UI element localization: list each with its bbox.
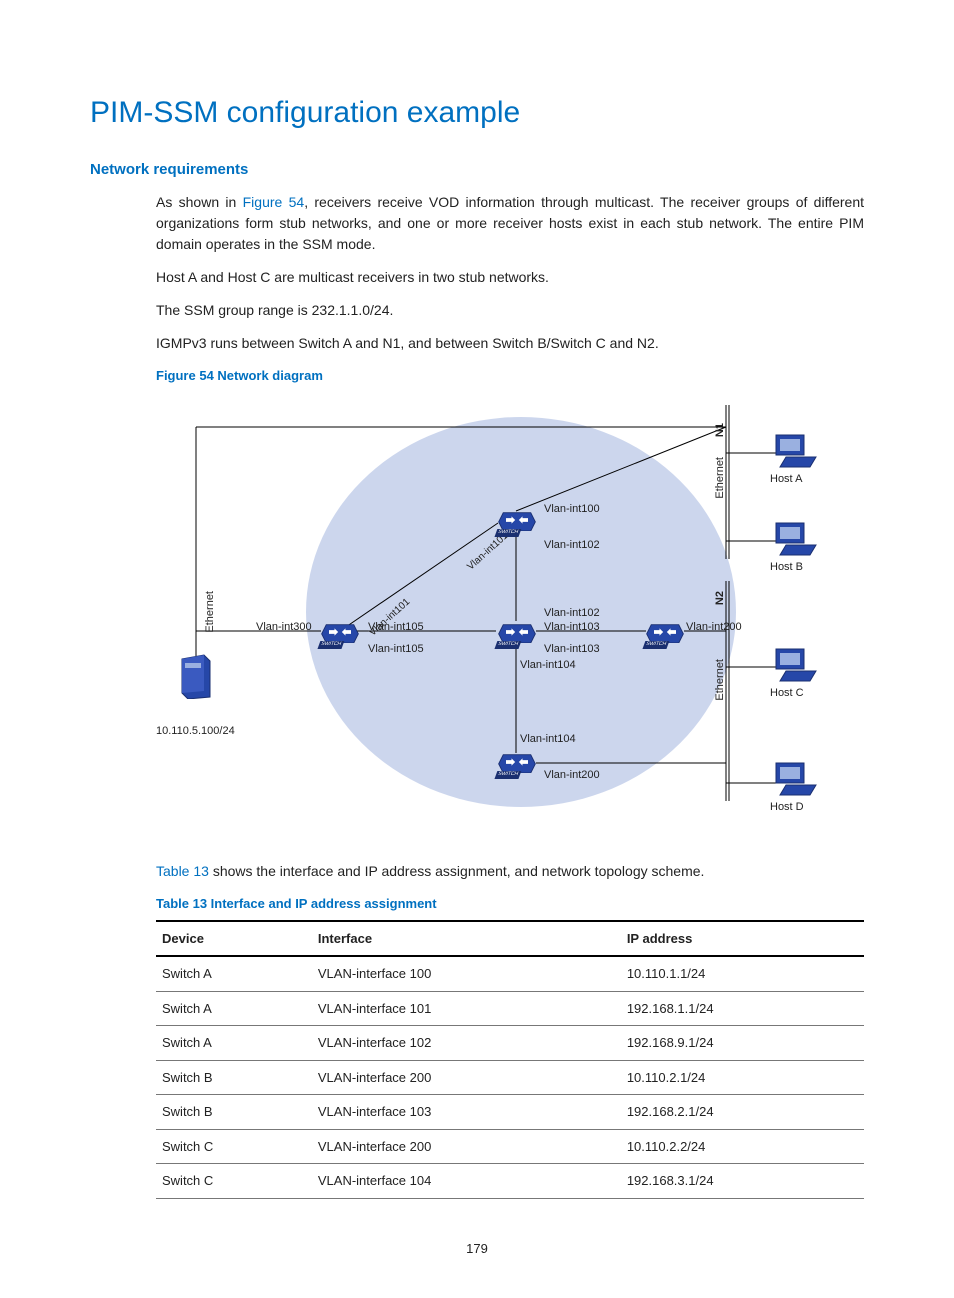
table-cell: 10.110.2.2/24 (621, 1129, 864, 1164)
switch-icon (498, 751, 536, 773)
table-row: Switch AVLAN-interface 101192.168.1.1/24 (156, 991, 864, 1026)
diagram-label: Ethernet (202, 591, 219, 633)
switch-icon (498, 509, 536, 531)
diagram-label: Ethernet (712, 457, 729, 499)
diagram-label: N1 (712, 423, 729, 437)
table-row: Switch CVLAN-interface 20010.110.2.2/24 (156, 1129, 864, 1164)
paragraph: IGMPv3 runs between Switch A and N1, and… (156, 333, 864, 354)
diagram-label: Host A (770, 471, 802, 488)
diagram-label: Vlan-int104 (520, 731, 576, 748)
diagram-label: Vlan-int200 (544, 767, 600, 784)
table-link[interactable]: Table 13 (156, 863, 209, 879)
text: As shown in (156, 194, 243, 210)
figure-caption: Figure 54 Network diagram (156, 366, 864, 386)
diagram-label: N2 (712, 591, 729, 605)
diagram-switch-tag: SWITCH (643, 641, 669, 649)
table-cell: VLAN-interface 200 (312, 1060, 621, 1095)
table-cell: VLAN-interface 100 (312, 956, 621, 991)
server-icon (180, 653, 212, 699)
table-cell: 192.168.3.1/24 (621, 1164, 864, 1199)
diagram-label: Host B (770, 559, 803, 576)
text: shows the interface and IP address assig… (209, 863, 704, 879)
table-cell: Switch A (156, 956, 312, 991)
diagram-label: Vlan-int100 (544, 501, 600, 518)
diagram-label: Vlan-int104 (520, 657, 576, 674)
table-cell: VLAN-interface 200 (312, 1129, 621, 1164)
table-cell: VLAN-interface 104 (312, 1164, 621, 1199)
table-cell: 10.110.2.1/24 (621, 1060, 864, 1095)
diagram-label: Vlan-int300 (256, 619, 312, 636)
table-row: Switch BVLAN-interface 20010.110.2.1/24 (156, 1060, 864, 1095)
table-cell: VLAN-interface 103 (312, 1095, 621, 1130)
host-icon (774, 761, 818, 797)
paragraph: The SSM group range is 232.1.1.0/24. (156, 300, 864, 321)
section-heading-network-requirements: Network requirements (90, 159, 864, 182)
diagram-switch-tag: SWITCH (495, 641, 521, 649)
table-row: Switch AVLAN-interface 10010.110.1.1/24 (156, 956, 864, 991)
host-icon (774, 647, 818, 683)
table-cell: 192.168.1.1/24 (621, 991, 864, 1026)
diagram-label: Vlan-int103 (544, 641, 600, 658)
paragraph: Table 13 shows the interface and IP addr… (156, 861, 864, 882)
host-icon (774, 433, 818, 469)
network-diagram: Vlan-int100 Vlan-int102 Vlan-int101 Vlan… (156, 391, 876, 831)
diagram-label: Ethernet (712, 659, 729, 701)
table-header: Interface (312, 921, 621, 957)
diagram-label: Vlan-int102 (544, 537, 600, 554)
ip-assignment-table: Device Interface IP address Switch AVLAN… (156, 920, 864, 1199)
page-title: PIM-SSM configuration example (90, 90, 864, 135)
table-cell: 10.110.1.1/24 (621, 956, 864, 991)
table-cell: VLAN-interface 102 (312, 1026, 621, 1061)
table-header: IP address (621, 921, 864, 957)
table-cell: VLAN-interface 101 (312, 991, 621, 1026)
table-cell: Switch A (156, 991, 312, 1026)
table-cell: Switch B (156, 1060, 312, 1095)
switch-icon (646, 621, 684, 643)
switch-icon (498, 621, 536, 643)
diagram-switch-tag: SWITCH (495, 771, 521, 779)
switch-icon (321, 621, 359, 643)
page-number: 179 (90, 1239, 864, 1259)
table-header: Device (156, 921, 312, 957)
paragraph: Host A and Host C are multicast receiver… (156, 267, 864, 288)
host-icon (774, 521, 818, 557)
diagram-switch-tag: SWITCH (495, 529, 521, 537)
diagram-label: 10.110.5.100/24 (156, 723, 235, 740)
table-caption: Table 13 Interface and IP address assign… (156, 894, 864, 914)
table-row: Switch AVLAN-interface 102192.168.9.1/24 (156, 1026, 864, 1061)
table-cell: Switch B (156, 1095, 312, 1130)
table-row: Switch BVLAN-interface 103192.168.2.1/24 (156, 1095, 864, 1130)
table-cell: Switch C (156, 1164, 312, 1199)
table-cell: Switch A (156, 1026, 312, 1061)
diagram-switch-tag: SWITCH (318, 641, 344, 649)
table-cell: 192.168.2.1/24 (621, 1095, 864, 1130)
table-row: Switch CVLAN-interface 104192.168.3.1/24 (156, 1164, 864, 1199)
diagram-label: Vlan-int105 (368, 641, 424, 658)
diagram-label: Vlan-int105 (368, 619, 424, 636)
diagram-label: Vlan-int200 (686, 619, 742, 636)
table-cell: Switch C (156, 1129, 312, 1164)
diagram-label: Vlan-int103 (544, 619, 600, 636)
diagram-label: Host C (770, 685, 804, 702)
diagram-label: Host D (770, 799, 804, 816)
paragraph: As shown in Figure 54, receivers receive… (156, 192, 864, 255)
table-cell: 192.168.9.1/24 (621, 1026, 864, 1061)
figure-link[interactable]: Figure 54 (243, 194, 305, 210)
